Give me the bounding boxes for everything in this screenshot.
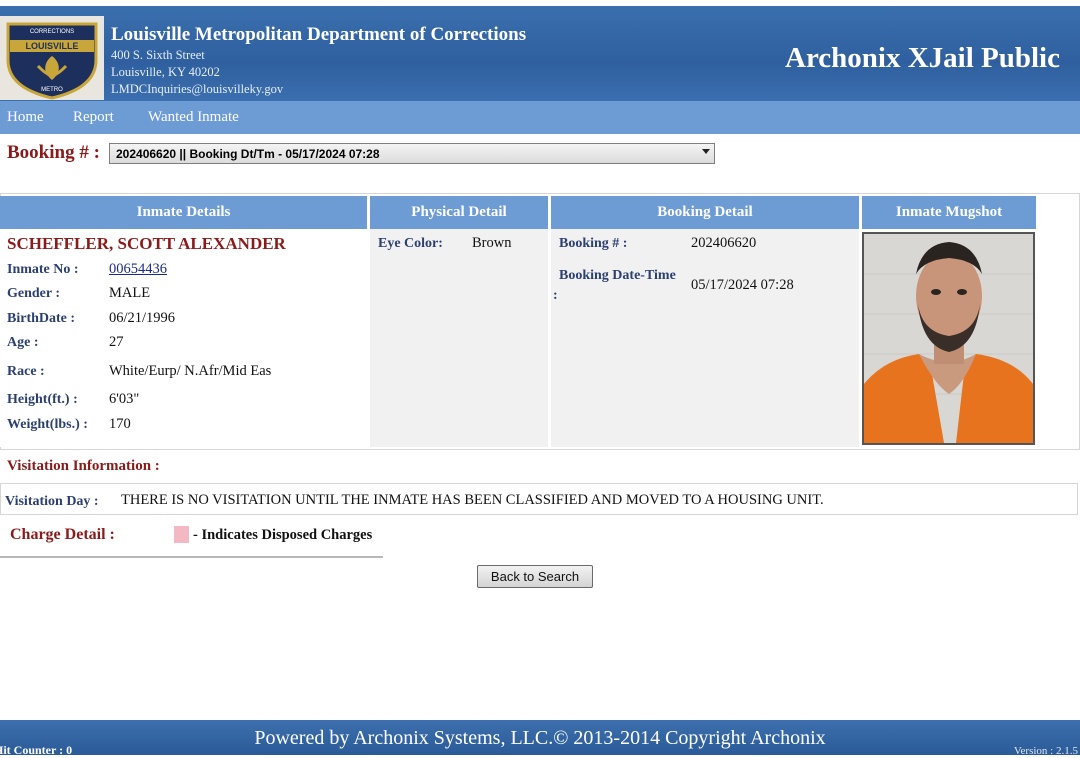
eye-color-label: Eye Color: xyxy=(378,236,443,251)
gender-label: Gender : xyxy=(7,286,61,301)
nav-bar: Home Report Wanted Inmate xyxy=(0,101,1080,134)
booking-datetime-label: Booking Date-Time xyxy=(559,268,676,283)
race-label: Race : xyxy=(7,364,45,379)
nav-report[interactable]: Report xyxy=(73,109,114,126)
chevron-down-icon[interactable] xyxy=(702,149,710,154)
disposed-charge-swatch xyxy=(174,526,189,543)
weight-value: 170 xyxy=(109,416,131,432)
svg-text:LOUISVILLE: LOUISVILLE xyxy=(25,41,78,51)
footer-copyright: Powered by Archonix Systems, LLC.© 2013-… xyxy=(254,727,826,749)
page-header: LOUISVILLE CORRECTIONS METRO Louisville … xyxy=(0,6,1080,101)
inmate-no-label: Inmate No : xyxy=(7,262,79,277)
org-address-line2: Louisville, KY 40202 xyxy=(111,65,220,79)
nav-home[interactable]: Home xyxy=(7,109,44,126)
age-value: 27 xyxy=(109,334,124,350)
app-title: Archonix XJail Public xyxy=(785,42,1060,74)
inmate-no-link[interactable]: 00654436 xyxy=(109,261,167,278)
weight-label: Weight(lbs.) : xyxy=(7,417,88,432)
department-logo-icon: LOUISVILLE CORRECTIONS METRO xyxy=(0,16,104,100)
booking-select-label: Booking # : xyxy=(7,142,100,163)
svg-text:CORRECTIONS: CORRECTIONS xyxy=(30,29,74,35)
back-to-search-button[interactable]: Back to Search xyxy=(477,565,593,588)
booking-select-value: 202406620 || Booking Dt/Tm - 05/17/2024 … xyxy=(116,147,380,161)
visitation-title: Visitation Information : xyxy=(7,458,160,474)
org-name: Louisville Metropolitan Department of Co… xyxy=(111,24,527,45)
booking-detail-column xyxy=(551,229,859,447)
booking-datetime-value: 05/17/2024 07:28 xyxy=(691,277,794,293)
booking-number-value: 202406620 xyxy=(691,235,757,251)
birthdate-label: BirthDate : xyxy=(7,311,76,326)
inmate-mugshot-header: Inmate Mugshot xyxy=(862,196,1036,229)
svg-text:METRO: METRO xyxy=(41,87,63,93)
charge-detail-title: Charge Detail : xyxy=(10,526,115,543)
eye-color-value: Brown xyxy=(472,235,512,251)
age-label: Age : xyxy=(7,335,39,350)
nav-wanted-inmate[interactable]: Wanted Inmate xyxy=(148,109,239,126)
visitation-day-label: Visitation Day : xyxy=(5,494,99,509)
physical-detail-column xyxy=(370,229,548,447)
org-email: LMDCInquiries@louisvilleky.gov xyxy=(111,82,284,96)
booking-number-label: Booking # : xyxy=(559,236,628,251)
inmate-details-header: Inmate Details xyxy=(0,196,367,229)
booking-datetime-colon: : xyxy=(553,288,558,303)
mugshot-image xyxy=(864,234,1033,443)
booking-detail-header: Booking Detail xyxy=(551,196,859,229)
hit-counter: Hit Counter : 0 xyxy=(0,743,73,757)
inmate-mugshot xyxy=(862,232,1035,445)
charge-divider xyxy=(0,556,383,558)
race-value: White/Eurp/ N.Afr/Mid Eas xyxy=(109,363,272,379)
height-label: Height(ft.) : xyxy=(7,392,78,407)
page-footer: Powered by Archonix Systems, LLC.© 2013-… xyxy=(0,720,1080,755)
gender-value: MALE xyxy=(109,285,151,301)
org-address-line1: 400 S. Sixth Street xyxy=(111,48,205,62)
version-label: Version : 2.1.5 xyxy=(1013,745,1078,757)
visitation-day-value: THERE IS NO VISITATION UNTIL THE INMATE … xyxy=(121,492,824,508)
height-value: 6'03" xyxy=(109,391,140,407)
birthdate-value: 06/21/1996 xyxy=(109,310,176,326)
disposed-charge-legend: - Indicates Disposed Charges xyxy=(193,527,373,543)
physical-detail-header: Physical Detail xyxy=(370,196,548,229)
booking-select[interactable]: 202406620 || Booking Dt/Tm - 05/17/2024 … xyxy=(109,143,715,164)
inmate-name: SCHEFFLER, SCOTT ALEXANDER xyxy=(7,234,286,253)
